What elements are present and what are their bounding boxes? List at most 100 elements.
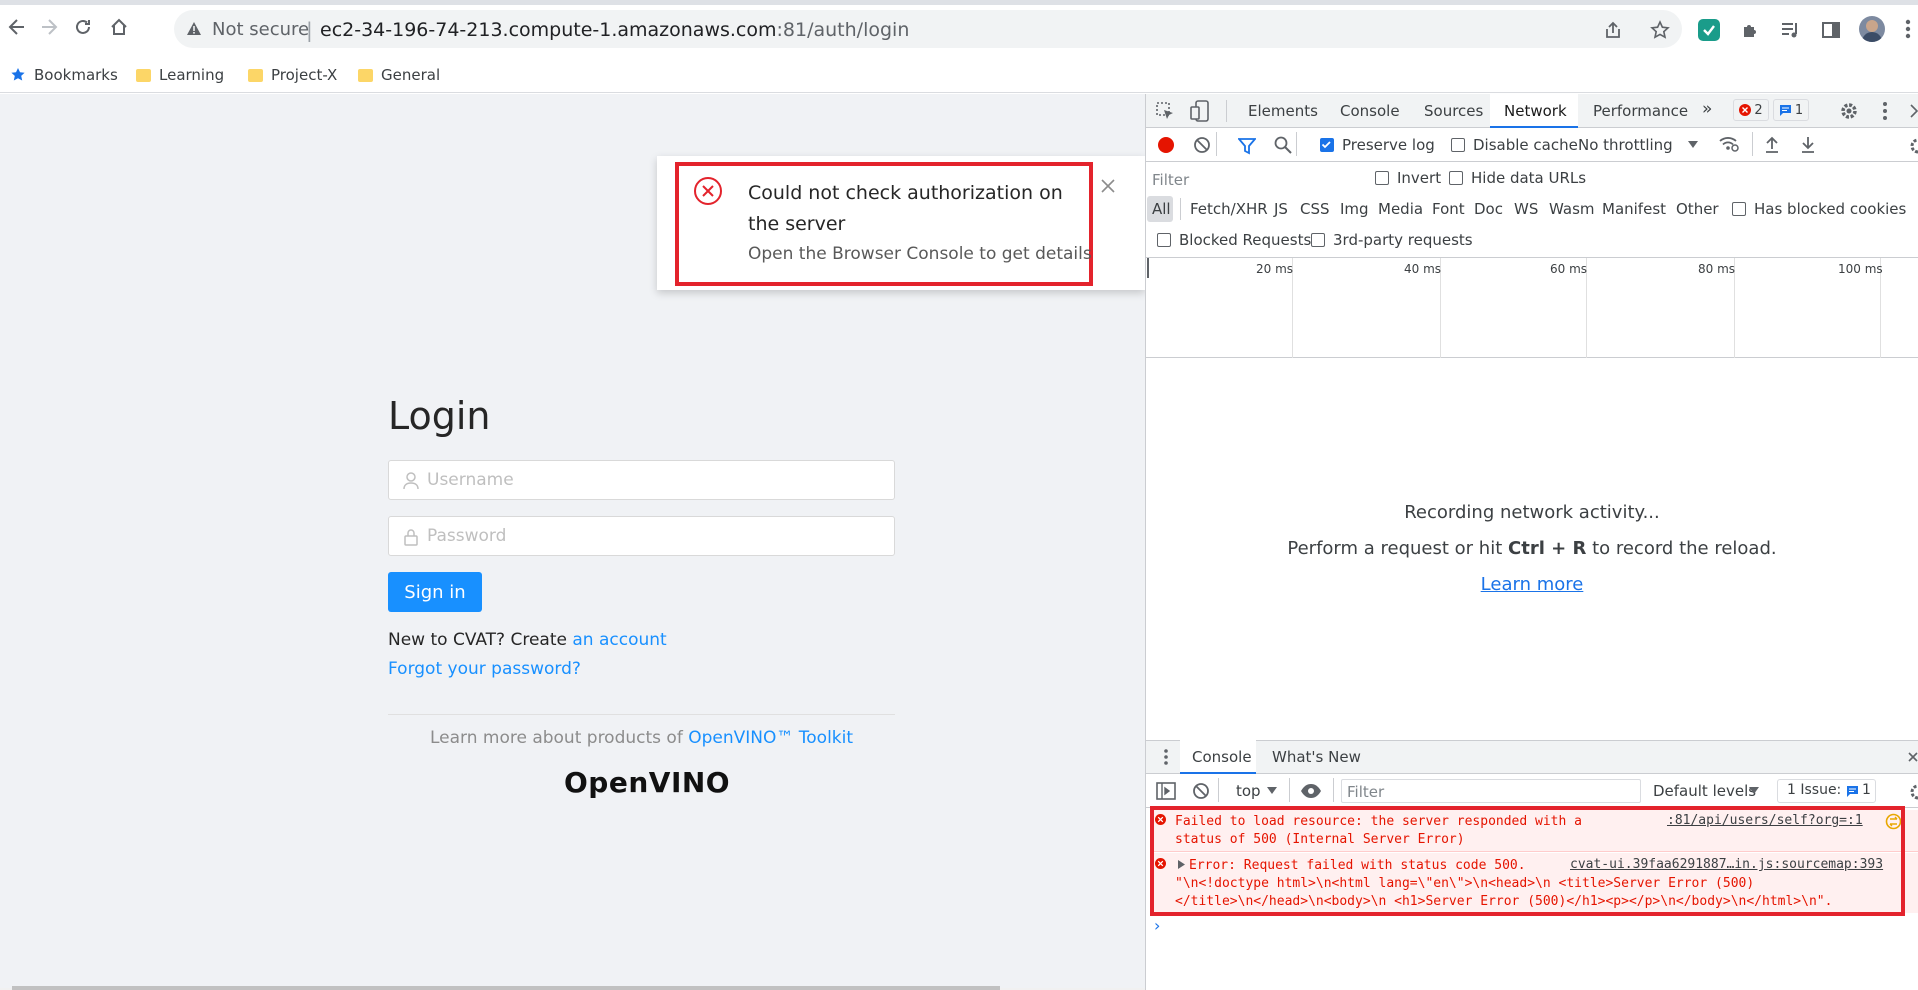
default-levels-select[interactable]: Default levels — [1653, 782, 1756, 800]
console-sidebar-icon[interactable] — [1156, 782, 1176, 800]
preserve-log-checkbox[interactable] — [1320, 138, 1334, 152]
devtools-close-icon[interactable] — [1910, 104, 1918, 118]
third-party-label: 3rd-party requests — [1333, 231, 1473, 249]
timeline-label: 20 ms — [1256, 262, 1294, 276]
export-har-icon[interactable] — [1800, 135, 1816, 153]
search-icon[interactable] — [1274, 136, 1292, 154]
chevron-down-icon[interactable] — [1688, 141, 1698, 148]
network-conditions-icon[interactable] — [1718, 134, 1740, 154]
context-select[interactable]: top — [1236, 782, 1261, 800]
profile-avatar[interactable] — [1859, 16, 1885, 42]
learn-more-text[interactable]: Learn more — [1481, 574, 1584, 595]
message-counter[interactable]: 1 — [1773, 99, 1809, 121]
filter-funnel-icon[interactable] — [1238, 137, 1256, 155]
type-js[interactable]: JS — [1274, 200, 1288, 218]
throttling-select[interactable]: No throttling — [1578, 136, 1673, 154]
console-settings-icon[interactable] — [1908, 783, 1918, 801]
devtools-menu-icon[interactable] — [1882, 101, 1888, 121]
live-expression-eye-icon[interactable] — [1300, 783, 1322, 799]
warning-icon[interactable] — [186, 21, 202, 37]
type-font[interactable]: Font — [1432, 200, 1465, 218]
tab-elements[interactable]: Elements — [1248, 102, 1318, 120]
forgot-password-link[interactable]: Forgot your password? — [388, 659, 581, 679]
tab-console[interactable]: Console — [1340, 102, 1400, 120]
third-party-checkbox[interactable] — [1311, 233, 1325, 247]
more-tabs-button[interactable]: » — [1702, 99, 1712, 119]
drawer-close-icon[interactable] — [1908, 752, 1918, 762]
back-button[interactable] — [2, 12, 32, 42]
recording-status: Recording network activity... — [1404, 502, 1660, 523]
login-title: Login — [388, 394, 491, 438]
has-blocked-cookies-checkbox[interactable] — [1732, 202, 1746, 216]
openvino-toolkit-link[interactable]: OpenVINO™ Toolkit — [688, 728, 853, 748]
create-account-link[interactable]: an account — [572, 630, 666, 650]
chevron-down-icon[interactable] — [1749, 787, 1759, 794]
bookmark-project-x[interactable]: Project-X — [248, 62, 337, 88]
security-label[interactable]: Not secure — [212, 19, 309, 40]
console-prompt-icon[interactable]: › — [1154, 916, 1160, 935]
network-filter-input[interactable]: Filter — [1150, 168, 1360, 192]
type-doc[interactable]: Doc — [1474, 200, 1503, 218]
star-icon[interactable] — [1650, 20, 1670, 40]
type-manifest[interactable]: Manifest — [1602, 200, 1666, 218]
network-settings-icon[interactable] — [1908, 137, 1918, 155]
type-fetch-xhr[interactable]: Fetch/XHR — [1190, 200, 1268, 218]
disable-cache-checkbox[interactable] — [1451, 138, 1465, 152]
media-control-icon[interactable] — [1781, 21, 1801, 39]
reload-button[interactable] — [68, 12, 98, 42]
folder-icon — [358, 68, 373, 82]
drawer-menu-icon[interactable] — [1163, 748, 1169, 766]
console-input[interactable] — [1170, 918, 1910, 978]
username-input[interactable]: Username — [388, 460, 895, 500]
type-img[interactable]: Img — [1340, 200, 1369, 218]
type-ws[interactable]: WS — [1514, 200, 1538, 218]
type-wasm[interactable]: Wasm — [1549, 200, 1595, 218]
type-css[interactable]: CSS — [1300, 200, 1330, 218]
error-counter[interactable]: 2 — [1733, 99, 1769, 121]
openvino-logo: OpenVINO — [564, 766, 731, 799]
import-har-icon[interactable] — [1764, 135, 1780, 153]
inspect-element-icon[interactable] — [1155, 101, 1175, 121]
page-scrollbar-thumb[interactable] — [12, 986, 1000, 990]
chevron-down-icon[interactable] — [1267, 787, 1277, 794]
timeline-label: 100 ms — [1838, 262, 1883, 276]
filter-placeholder: Filter — [1152, 171, 1190, 189]
sign-in-button[interactable]: Sign in — [388, 572, 482, 612]
extension-app-icon[interactable] — [1697, 18, 1721, 42]
hide-data-urls-checkbox[interactable] — [1449, 171, 1463, 185]
notification-close-icon[interactable] — [1100, 178, 1116, 194]
type-all[interactable]: All — [1152, 200, 1171, 218]
console-clear-icon[interactable] — [1192, 782, 1210, 800]
url-text[interactable]: ec2-34-196-74-213.compute-1.amazonaws.co… — [320, 19, 909, 41]
drawer-tab-console[interactable]: Console — [1192, 748, 1252, 766]
tab-network[interactable]: Network — [1504, 102, 1567, 120]
type-media[interactable]: Media — [1378, 200, 1423, 218]
side-panel-icon[interactable] — [1821, 20, 1841, 40]
home-button[interactable] — [104, 12, 134, 42]
console-filter-input[interactable]: Filter — [1341, 779, 1641, 803]
clear-icon[interactable] — [1193, 136, 1211, 154]
password-input[interactable]: Password — [388, 516, 895, 556]
extensions-puzzle-icon[interactable] — [1741, 20, 1761, 40]
folder-icon — [136, 68, 151, 82]
invert-checkbox[interactable] — [1375, 171, 1389, 185]
settings-gear-icon[interactable] — [1839, 101, 1859, 121]
drawer-tab-whats-new[interactable]: What's New — [1272, 748, 1361, 766]
console-error-highlight — [1150, 806, 1905, 916]
device-toolbar-icon[interactable] — [1190, 100, 1210, 122]
forward-button[interactable] — [34, 12, 64, 42]
tab-performance[interactable]: Performance — [1593, 102, 1688, 120]
toolbar-divider — [1216, 132, 1217, 156]
preserve-log-label: Preserve log — [1342, 136, 1435, 154]
star-filled-icon — [11, 68, 25, 81]
tab-sources[interactable]: Sources — [1424, 102, 1483, 120]
type-other[interactable]: Other — [1676, 200, 1719, 218]
browser-menu-icon[interactable] — [1905, 18, 1911, 40]
record-icon[interactable] — [1158, 137, 1174, 153]
share-icon[interactable] — [1604, 21, 1622, 39]
bookmark-bookmarks[interactable]: Bookmarks — [10, 62, 118, 88]
bookmark-learning[interactable]: Learning — [136, 62, 224, 88]
arrow-right-icon — [42, 19, 58, 35]
blocked-requests-checkbox[interactable] — [1157, 233, 1171, 247]
bookmark-general[interactable]: General — [358, 62, 440, 88]
